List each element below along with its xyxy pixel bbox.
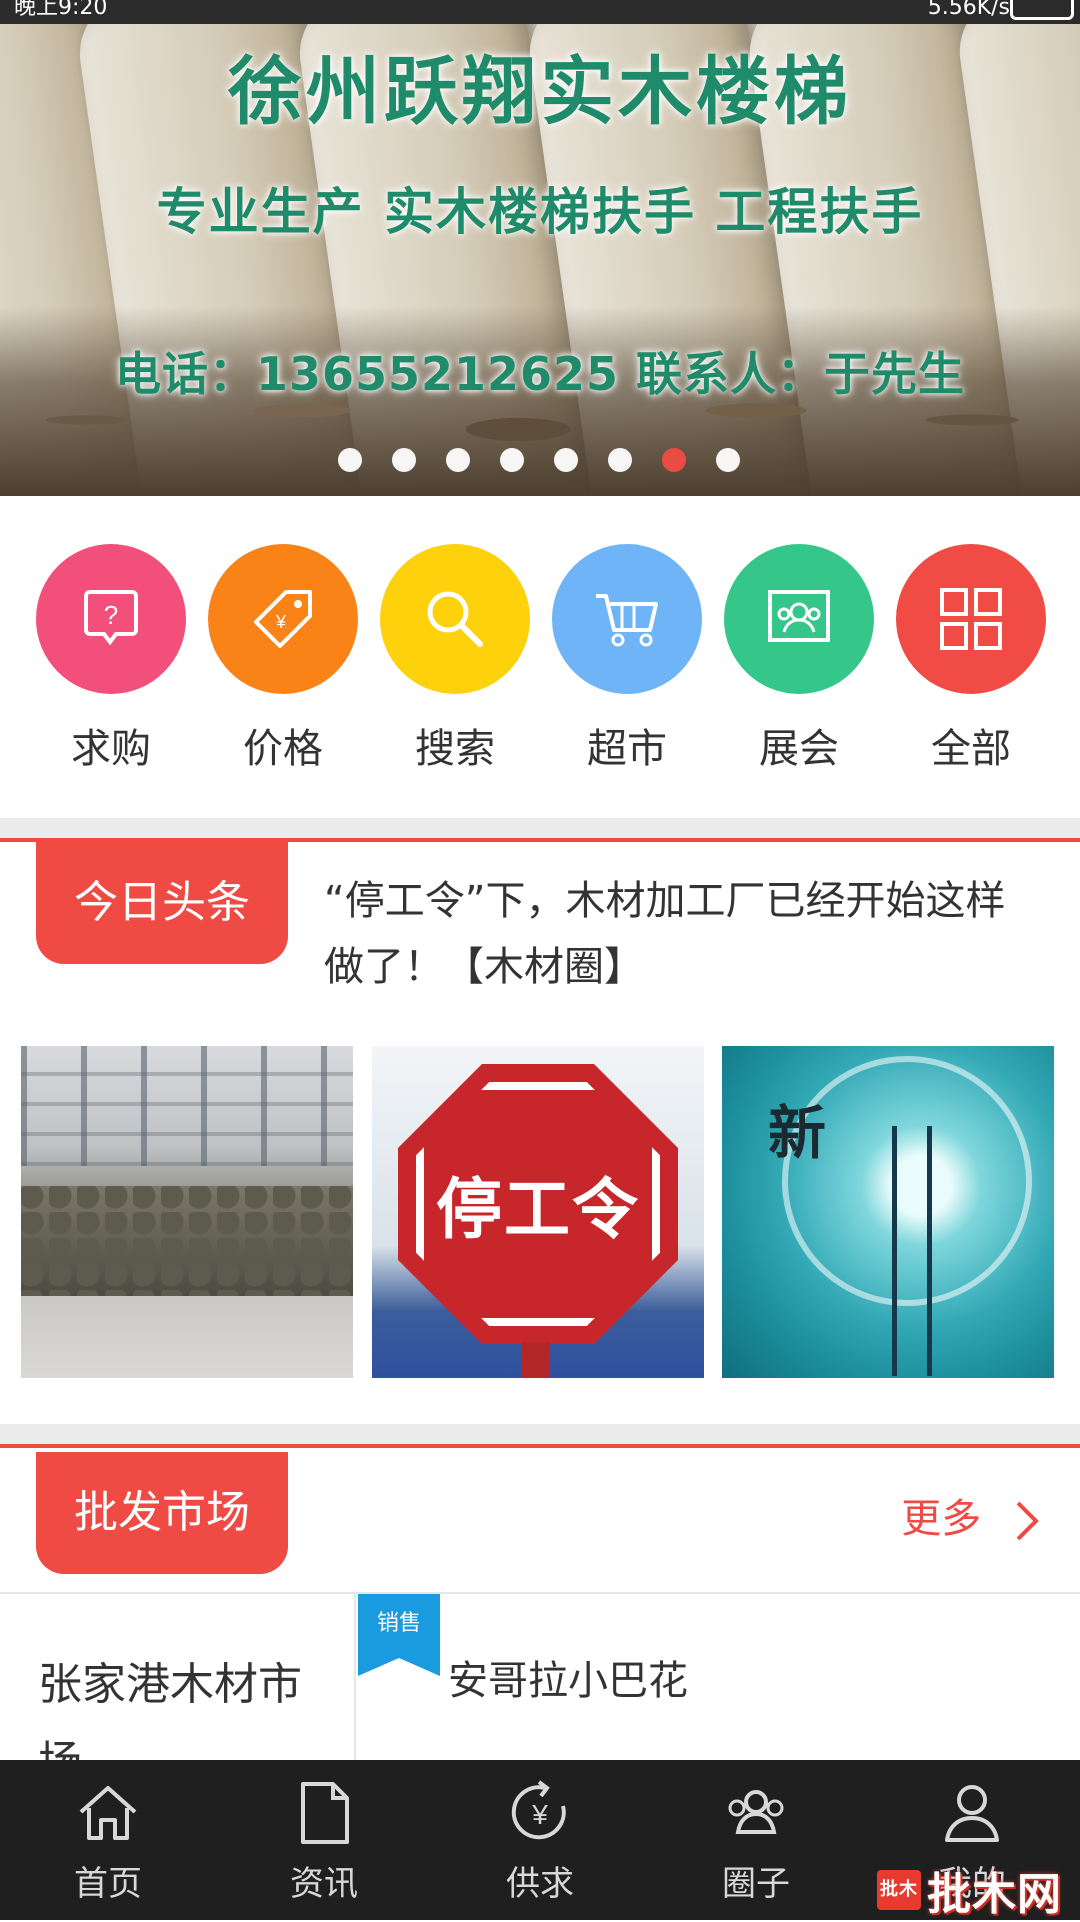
news-thumbnail-2[interactable]: 停工令: [372, 1046, 704, 1378]
section-divider: [0, 1424, 1080, 1448]
category-quanbu[interactable]: 全部: [896, 544, 1046, 774]
carousel-indicator[interactable]: [338, 448, 770, 474]
banner-contact: 电话：13655212625 联系人：于先生: [114, 347, 966, 401]
more-label: 更多: [901, 1496, 982, 1542]
svg-text:?: ?: [104, 600, 118, 630]
carousel-dot[interactable]: [608, 448, 632, 472]
nav-circle[interactable]: 圈子: [656, 1778, 856, 1905]
category-qiugou[interactable]: ? 求购: [36, 544, 186, 774]
banner-carousel[interactable]: 徐州跃翔实木楼梯 专业生产 实木楼梯扶手 工程扶手 电话：13655212625…: [0, 24, 1080, 496]
carousel-dot[interactable]: [446, 448, 470, 472]
banner-title: 徐州跃翔实木楼梯: [228, 49, 852, 135]
nav-label: 供求: [506, 1864, 574, 1904]
nav-label: 圈子: [722, 1864, 790, 1904]
news-thumbnail-3[interactable]: 新: [722, 1046, 1054, 1378]
category-label: 价格: [243, 726, 323, 772]
section-divider: [0, 818, 1080, 842]
battery-icon: [1010, 0, 1074, 20]
carousel-dot[interactable]: [716, 448, 740, 472]
category-label: 搜索: [415, 726, 495, 772]
carousel-dot[interactable]: [392, 448, 416, 472]
svg-text:¥: ¥: [531, 1799, 548, 1830]
watermark-text: 批木网: [927, 1869, 1062, 1920]
nav-home[interactable]: 首页: [8, 1778, 208, 1905]
chevron-right-icon: [1016, 1501, 1039, 1541]
category-label: 全部: [931, 726, 1011, 772]
grid-icon: [896, 544, 1046, 694]
category-label: 超市: [587, 726, 667, 772]
nav-label: 首页: [74, 1864, 142, 1904]
status-time: 晚上9:20: [14, 0, 108, 20]
network-speed: 5.56K/s: [927, 0, 1010, 20]
thumbnail-bulb-text: 新: [768, 1099, 827, 1167]
headlines-tag: 今日头条: [36, 842, 288, 964]
carousel-dot[interactable]: [662, 448, 686, 472]
svg-text:¥: ¥: [275, 612, 287, 632]
cart-icon: [552, 544, 702, 694]
thumbnail-sign-text: 停工令: [436, 1171, 640, 1248]
status-bar: 晚上9:20 5.56K/s: [0, 0, 1080, 24]
category-label: 展会: [759, 726, 839, 772]
product-title[interactable]: 安哥拉小巴花: [448, 1648, 688, 1706]
user-icon: [945, 1785, 999, 1842]
news-thumbnail-1[interactable]: [21, 1046, 353, 1378]
headline-link[interactable]: “停工令”下，木材加工厂已经开始这样做了！【木材圈】: [324, 868, 1034, 1000]
bottom-nav: 首页 资讯 ¥ 供求 圈子 我的 批木 批木网: [0, 1760, 1080, 1920]
category-zhanhui[interactable]: 展会: [724, 544, 874, 774]
category-sousuo[interactable]: 搜索: [380, 544, 530, 774]
market-tag: 批发市场: [36, 1452, 288, 1574]
more-link[interactable]: 更多: [901, 1486, 1040, 1544]
search-icon: [380, 544, 530, 694]
category-jiage[interactable]: ¥ 价格: [208, 544, 358, 774]
price-tag-icon: ¥: [208, 544, 358, 694]
nav-supply-demand[interactable]: ¥ 供求: [440, 1778, 640, 1905]
document-icon: [301, 1782, 349, 1844]
sale-ribbon: 销售: [358, 1594, 440, 1676]
carousel-dot[interactable]: [338, 448, 362, 472]
category-label: 求购: [71, 726, 151, 772]
group-icon: [728, 1790, 784, 1834]
question-chat-icon: ?: [36, 544, 186, 694]
category-chaoshi[interactable]: 超市: [552, 544, 702, 774]
nav-label: 资讯: [290, 1864, 358, 1904]
carousel-dot[interactable]: [500, 448, 524, 472]
yuan-cycle-icon: ¥: [511, 1780, 566, 1840]
nav-news[interactable]: 资讯: [224, 1778, 424, 1905]
carousel-dot[interactable]: [554, 448, 578, 472]
watermark-logo-icon: 批木: [877, 1870, 921, 1910]
category-grid: ? 求购 ¥ 价格 搜索 超市 展会 全部: [0, 496, 1080, 816]
home-icon: [79, 1786, 137, 1840]
exhibition-icon: [724, 544, 874, 694]
site-watermark: 批木 批木网: [877, 1858, 1062, 1920]
banner-subtitle: 专业生产 实木楼梯扶手 工程扶手: [156, 183, 924, 241]
